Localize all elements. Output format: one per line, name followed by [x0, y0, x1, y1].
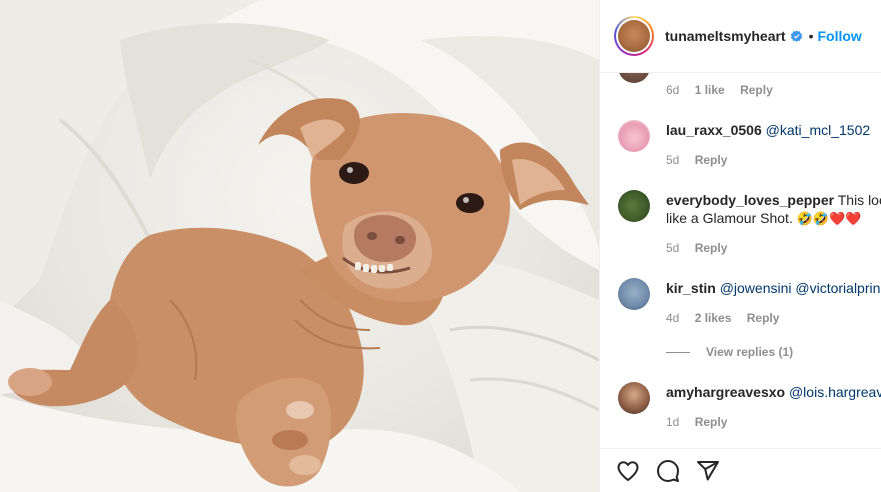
comment-emoji: 🤣🤣❤️❤️ — [796, 211, 862, 226]
author-avatar[interactable] — [614, 16, 654, 56]
comment-time[interactable]: 1d — [666, 415, 679, 429]
comments-list[interactable]: 6d 1 like Reply lau_raxx_0506 @kati_mcl_… — [600, 73, 881, 448]
dog-in-blanket-image — [0, 0, 599, 492]
comment-mention[interactable]: @lois.hargreaves — [789, 384, 881, 400]
commenter-avatar[interactable] — [618, 73, 650, 83]
commenter-username[interactable]: kir_stin — [666, 280, 716, 296]
commenter-username[interactable]: everybody_loves_pepper — [666, 192, 834, 208]
comment-text: lau_raxx_0506 @kati_mcl_1502 — [666, 121, 870, 139]
comment-meta: 6d 1 like Reply — [666, 83, 785, 97]
comment-mention[interactable]: @kati_mcl_1502 — [766, 122, 871, 138]
heart-icon[interactable] — [616, 459, 640, 483]
reply-button[interactable]: Reply — [695, 415, 728, 429]
comment-time[interactable]: 5d — [666, 241, 679, 255]
comment-text: everybody_loves_pepper This looks like a… — [666, 191, 881, 228]
commenter-avatar[interactable] — [618, 278, 650, 310]
post-header: tunameltsmyheart • Follow — [600, 0, 881, 73]
commenter-avatar[interactable] — [618, 190, 650, 222]
commenter-username[interactable]: lau_raxx_0506 — [666, 122, 762, 138]
header-separator: • — [808, 28, 814, 44]
reply-button[interactable]: Reply — [747, 311, 780, 325]
comment-bubble-icon[interactable] — [656, 459, 680, 483]
commenter-avatar[interactable] — [618, 382, 650, 414]
comment-time[interactable]: 5d — [666, 153, 679, 167]
reply-button[interactable]: Reply — [740, 83, 773, 97]
verified-badge-icon — [790, 29, 803, 43]
author-avatar-image — [618, 20, 650, 52]
view-replies-label: View replies (1) — [706, 345, 794, 359]
reply-button[interactable]: Reply — [695, 153, 728, 167]
author-username[interactable]: tunameltsmyheart — [665, 28, 786, 44]
commenter-username[interactable]: amyhargreavesxo — [666, 384, 785, 400]
comment-meta: 1d Reply — [666, 415, 739, 429]
view-replies-button[interactable]: View replies (1) — [666, 345, 793, 359]
post-side-panel: tunameltsmyheart • Follow 6d 1 like Repl… — [599, 0, 881, 492]
follow-button[interactable]: Follow — [818, 28, 862, 44]
comment-likes[interactable]: 2 likes — [695, 311, 732, 325]
paper-plane-icon[interactable] — [696, 459, 720, 483]
reply-button[interactable]: Reply — [695, 241, 728, 255]
comment-text: amyhargreavesxo @lois.hargreaves — [666, 383, 881, 401]
commenter-avatar[interactable] — [618, 120, 650, 152]
comment-time[interactable]: 6d — [666, 83, 679, 97]
comment-time[interactable]: 4d — [666, 311, 679, 325]
comment-meta: 5d Reply — [666, 153, 739, 167]
replies-divider — [666, 351, 690, 353]
comment-text: kir_stin @jowensini @victorialprince — [666, 279, 881, 297]
comment-mention[interactable]: @jowensini @victorialprince — [720, 280, 881, 296]
comment-meta: 4d 2 likes Reply — [666, 311, 791, 325]
comment-meta: 5d Reply — [666, 241, 739, 255]
post-actions-bar — [600, 448, 881, 492]
comment-likes[interactable]: 1 like — [695, 83, 725, 97]
post-photo[interactable] — [0, 0, 599, 492]
